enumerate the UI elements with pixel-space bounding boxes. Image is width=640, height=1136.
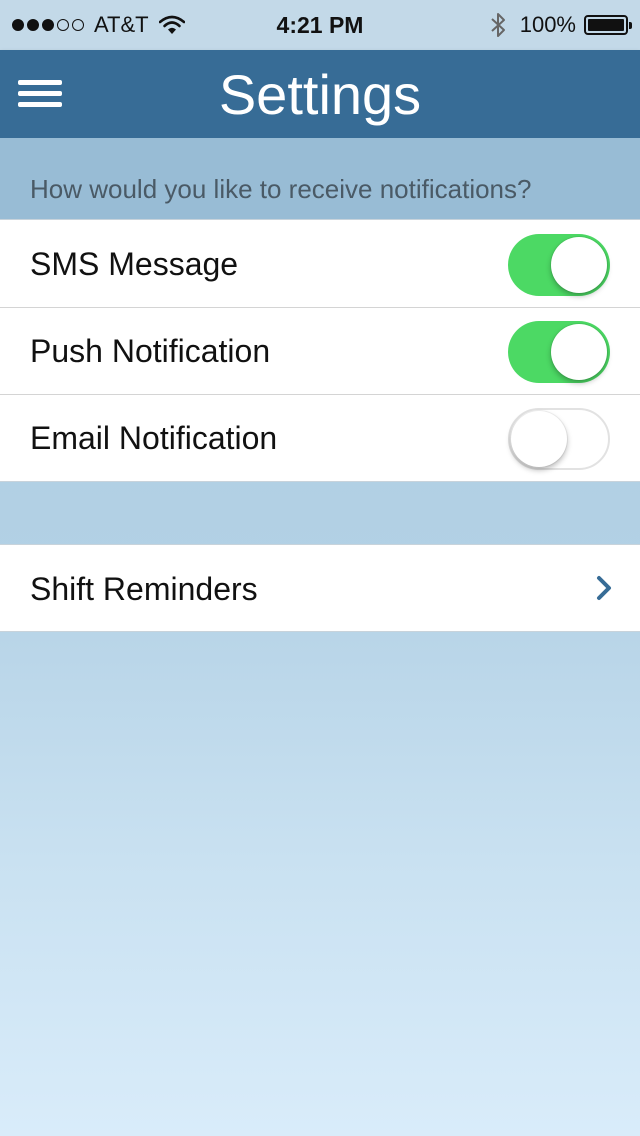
battery-percentage: 100% [519, 12, 576, 37]
sms-message-label: SMS Message [30, 246, 239, 282]
sms-message-toggle[interactable] [508, 234, 610, 296]
notification-options-group: SMS Message Push Notification Email Noti… [0, 219, 640, 482]
toggle-knob [551, 237, 607, 293]
email-notification-toggle[interactable] [508, 408, 610, 470]
notifications-prompt: How would you like to receive notificati… [30, 174, 532, 204]
battery-nub [629, 22, 632, 29]
toggle-knob [511, 411, 567, 467]
sms-message-row: SMS Message [0, 220, 640, 307]
push-notification-row: Push Notification [0, 307, 640, 394]
chevron-right-icon [597, 576, 611, 600]
bluetooth-icon [491, 13, 505, 37]
shift-reminders-label: Shift Reminders [30, 571, 258, 607]
page-title: Settings [218, 63, 422, 126]
push-notification-label: Push Notification [30, 333, 271, 369]
battery-icon [584, 15, 632, 35]
email-notification-row: Email Notification [0, 394, 640, 481]
status-right: 100% [490, 12, 632, 38]
status-bar: AT&T 4:21 PM 100% [0, 0, 640, 50]
battery-fill [588, 19, 624, 31]
navigation-bar: Settings [0, 50, 640, 138]
notifications-section-header: How would you like to receive notificati… [0, 138, 640, 220]
push-notification-toggle[interactable] [508, 321, 610, 383]
email-notification-label: Email Notification [30, 420, 278, 456]
shift-reminders-row[interactable]: Shift Reminders [0, 545, 640, 632]
shift-reminders-group: Shift Reminders [0, 544, 640, 632]
toggle-knob [551, 324, 607, 380]
